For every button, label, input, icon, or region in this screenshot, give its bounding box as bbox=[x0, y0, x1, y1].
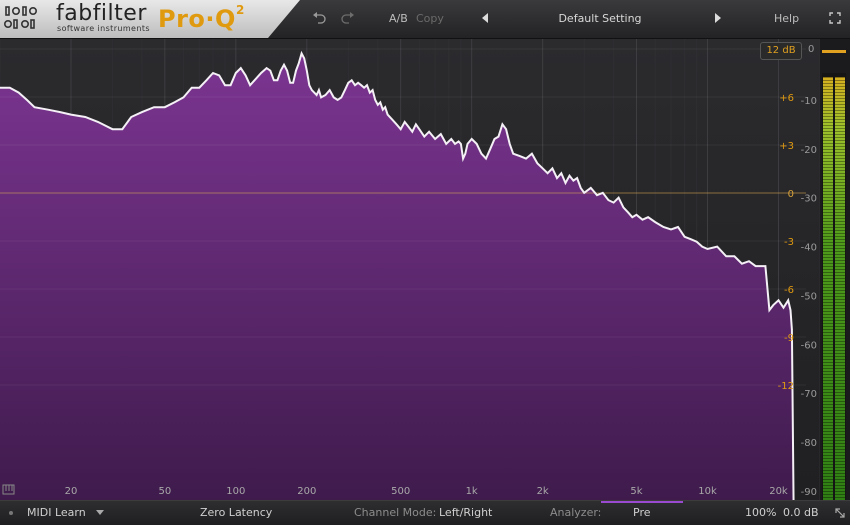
brand-name: fabfilter bbox=[56, 1, 147, 26]
analyzer-label: Analyzer: bbox=[550, 506, 602, 519]
resize-icon[interactable] bbox=[834, 507, 846, 519]
analyzer-tick-label: -40 bbox=[801, 243, 817, 254]
gain-tick-label: -9 bbox=[784, 333, 794, 344]
fullscreen-icon[interactable] bbox=[829, 12, 841, 24]
analyzer-indicator bbox=[601, 501, 683, 503]
analyzer-tick-label: -70 bbox=[801, 389, 817, 400]
frequency-tick-label: 5k bbox=[630, 486, 642, 497]
copy-button[interactable]: Copy bbox=[416, 12, 444, 25]
midi-learn-button[interactable]: MIDI Learn bbox=[27, 506, 86, 519]
zoom-button[interactable]: 100% bbox=[745, 506, 776, 519]
output-gain-control[interactable]: 0.0 dB bbox=[783, 506, 819, 519]
meter-left-channel bbox=[823, 77, 833, 500]
latency-mode-button[interactable]: Zero Latency bbox=[200, 506, 272, 519]
analyzer-tick-label: -80 bbox=[801, 438, 817, 449]
meter-right-channel bbox=[835, 77, 845, 500]
midi-learn-dropdown-icon[interactable] bbox=[96, 510, 104, 515]
redo-icon[interactable] bbox=[341, 12, 355, 24]
ab-compare-button[interactable]: A/B bbox=[389, 12, 408, 25]
brand-subtitle: software instruments bbox=[57, 24, 150, 33]
eq-display[interactable]: +9+6+30-3-6-9-12 -10-20-30-40-50-60-70-8… bbox=[0, 39, 820, 500]
analyzer-tick-label: -30 bbox=[801, 194, 817, 205]
spectrum-graph[interactable]: +9+6+30-3-6-9-12 -10-20-30-40-50-60-70-8… bbox=[0, 39, 820, 500]
frequency-tick-label: 200 bbox=[297, 486, 316, 497]
gain-tick-label: 0 bbox=[788, 189, 794, 200]
meter-peak-indicator bbox=[822, 50, 846, 53]
product-version: 2 bbox=[235, 3, 245, 17]
previous-preset-icon[interactable] bbox=[482, 13, 488, 23]
frequency-tick-label: 20k bbox=[769, 486, 788, 497]
meter-scale-top-label: 0 bbox=[808, 44, 815, 55]
help-button[interactable]: Help bbox=[774, 12, 799, 25]
frequency-tick-label: 10k bbox=[698, 486, 717, 497]
frequency-tick-label: 50 bbox=[158, 486, 171, 497]
analyzer-tick-label: -90 bbox=[801, 487, 817, 498]
frequency-tick-label: 20 bbox=[65, 486, 78, 497]
frequency-tick-label: 1k bbox=[466, 486, 478, 497]
gain-tick-label: -6 bbox=[784, 285, 794, 296]
display-range-button[interactable]: 12 dB bbox=[760, 42, 802, 60]
product-name: Pro·Q2 bbox=[158, 3, 245, 33]
analyzer-tick-label: -60 bbox=[801, 340, 817, 351]
gain-tick-label: +6 bbox=[779, 93, 794, 104]
frequency-tick-label: 100 bbox=[226, 486, 245, 497]
analyzer-tick-label: -20 bbox=[801, 145, 817, 156]
title-bar: fabfilter software instruments Pro·Q2 A/… bbox=[0, 0, 850, 39]
frequency-tick-label: 2k bbox=[537, 486, 549, 497]
analyzer-tick-label: -50 bbox=[801, 291, 817, 302]
undo-icon[interactable] bbox=[312, 12, 326, 24]
logo: fabfilter software instruments Pro·Q2 bbox=[0, 0, 300, 38]
preset-name[interactable]: Default Setting bbox=[520, 12, 680, 25]
analyzer-tick-label: -10 bbox=[801, 96, 817, 107]
midi-status-dot-icon bbox=[9, 511, 13, 515]
output-level-meter bbox=[822, 73, 846, 500]
gain-tick-label: -12 bbox=[778, 381, 794, 392]
gain-tick-label: -3 bbox=[784, 237, 794, 248]
next-preset-icon[interactable] bbox=[715, 13, 721, 23]
frequency-tick-label: 500 bbox=[391, 486, 410, 497]
channel-mode-label: Channel Mode: bbox=[354, 506, 437, 519]
bottom-bar: MIDI Learn Zero Latency Channel Mode: Le… bbox=[0, 500, 850, 525]
fabfilter-logo-icon bbox=[4, 6, 37, 29]
analyzer-mode-button[interactable]: Pre bbox=[633, 506, 651, 519]
channel-mode-button[interactable]: Left/Right bbox=[439, 506, 492, 519]
gain-tick-label: +3 bbox=[779, 141, 794, 152]
